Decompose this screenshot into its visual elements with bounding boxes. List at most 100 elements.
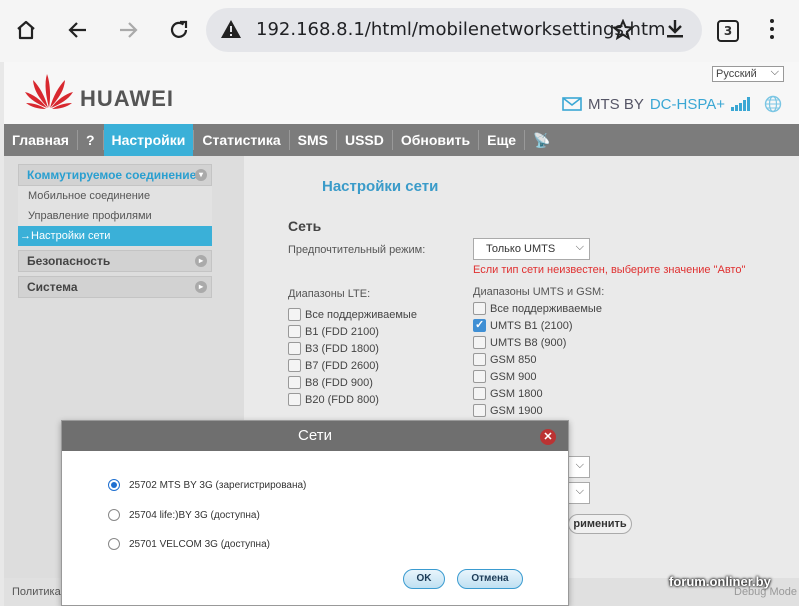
checkbox-checked-icon[interactable] (473, 318, 486, 332)
reload-icon[interactable] (163, 14, 195, 46)
hint-text: Если тип сети неизвестен, выберите значе… (473, 264, 746, 276)
checkbox-icon[interactable] (288, 342, 301, 355)
section-title: Сеть (288, 218, 322, 234)
band-label: B20 (FDD 800) (305, 393, 379, 406)
network-option-label: 25704 life:)BY 3G (доступна) (129, 509, 260, 521)
browser-toolbar: 192.168.8.1/html/mobilenetworksettings.h… (0, 0, 799, 62)
satellite-dish-icon[interactable]: 📡 (525, 124, 558, 156)
url-text[interactable]: 192.168.8.1/html/mobilenetworksettings.h… (256, 19, 666, 40)
operator-name: MTS BY (588, 95, 644, 113)
sidebar-group-system[interactable]: Система ▸ (18, 276, 212, 298)
huawei-flower-icon (25, 74, 73, 109)
collapse-icon[interactable]: ▾ (195, 169, 207, 181)
warning-icon[interactable] (220, 19, 242, 44)
page-title: Настройки сети (322, 178, 439, 195)
sidebar-group-dialup[interactable]: Коммутируемое соединение ▾ (18, 164, 212, 186)
network-option-velcom[interactable]: 25701 VELCOM 3G (доступна) (108, 538, 270, 550)
envelope-icon[interactable] (562, 97, 582, 111)
checkbox-icon[interactable] (288, 393, 301, 406)
menu-kebab-icon[interactable] (770, 19, 776, 43)
band-label: UMTS B1 (2100) (490, 319, 573, 332)
band-checkbox[interactable]: B3 (FDD 1800) (288, 342, 379, 355)
band-checkbox[interactable]: Все поддерживаемые (473, 302, 602, 315)
network-type: DC-HSPA+ (649, 95, 725, 113)
preferred-mode-select[interactable]: Только UMTS (473, 237, 590, 260)
ok-button[interactable]: OK (403, 569, 445, 589)
band-label: GSM 900 (490, 370, 537, 383)
band-checkbox[interactable]: B1 (FDD 2100) (288, 325, 379, 338)
nav-help[interactable]: ? (78, 124, 103, 156)
brand-name: HUAWEI (80, 86, 174, 111)
huawei-logo: HUAWEI (24, 72, 174, 114)
sidebar-item-profiles[interactable]: Управление профилями (18, 206, 212, 226)
checkbox-icon[interactable] (288, 359, 301, 372)
band-checkbox[interactable]: GSM 900 (473, 370, 536, 383)
sidebar-group-security[interactable]: Безопасность ▸ (18, 250, 212, 272)
band-label: GSM 850 (490, 353, 537, 366)
checkbox-icon[interactable] (473, 336, 486, 349)
nav-home[interactable]: Главная (4, 124, 77, 156)
network-option-life[interactable]: 25704 life:)BY 3G (доступна) (108, 509, 260, 521)
privacy-policy-link[interactable]: Политика (12, 586, 61, 598)
band-checkbox[interactable]: Все поддерживаемые (288, 308, 417, 321)
nav-update[interactable]: Обновить (393, 124, 478, 156)
cancel-button[interactable]: Отмена (457, 569, 523, 589)
apply-button[interactable]: рименить (568, 514, 632, 534)
expand-icon[interactable]: ▸ (195, 255, 207, 267)
band-checkbox[interactable]: B20 (FDD 800) (288, 393, 379, 406)
checkbox-icon[interactable] (473, 387, 486, 400)
tab-count-button[interactable]: 3 (717, 20, 739, 42)
back-arrow-icon[interactable] (62, 14, 94, 46)
checkbox-icon[interactable] (288, 376, 301, 389)
language-select[interactable]: Русский (712, 65, 784, 82)
radio-selected-icon[interactable] (108, 479, 120, 491)
band-checkbox[interactable]: B8 (FDD 900) (288, 376, 373, 389)
checkbox-icon[interactable] (473, 353, 486, 366)
networks-dialog: Сети ✕ 25702 MTS BY 3G (зарегистрирована… (61, 420, 569, 606)
umts-bands-label: Диапазоны UMTS и GSM: (473, 286, 605, 298)
home-icon[interactable] (10, 14, 42, 46)
signal-strength-icon (731, 97, 750, 111)
checkbox-icon[interactable] (473, 404, 486, 417)
band-checkbox[interactable]: GSM 850 (473, 353, 536, 366)
preferred-mode-label: Предпочтительный режим: (288, 244, 426, 256)
nav-ussd[interactable]: USSD (337, 124, 392, 156)
forward-arrow-icon[interactable] (112, 14, 144, 46)
band-checkbox[interactable]: UMTS B1 (2100) (473, 318, 573, 332)
checkbox-icon[interactable] (288, 325, 301, 338)
band-label: Все поддерживаемые (305, 308, 417, 321)
band-checkbox[interactable]: GSM 1800 (473, 387, 543, 400)
address-bar[interactable]: 192.168.8.1/html/mobilenetworksettings.h… (206, 8, 702, 52)
nav-sms[interactable]: SMS (290, 124, 336, 156)
radio-icon[interactable] (108, 538, 120, 550)
close-icon[interactable]: ✕ (540, 429, 556, 445)
network-option-label: 25702 MTS BY 3G (зарегистрирована) (129, 479, 307, 491)
checkbox-icon[interactable] (288, 308, 301, 321)
network-option-mts[interactable]: 25702 MTS BY 3G (зарегистрирована) (108, 479, 306, 491)
network-option-label: 25701 VELCOM 3G (доступна) (129, 538, 270, 550)
main-nav: Главная ? Настройки Статистика SMS USSD … (4, 124, 799, 156)
radio-icon[interactable] (108, 509, 120, 521)
page-header: HUAWEI Русский MTS BY DC-HSPA+ (4, 62, 799, 124)
globe-icon (764, 95, 782, 113)
band-checkbox[interactable]: UMTS B8 (900) (473, 336, 566, 349)
checkbox-icon[interactable] (473, 302, 486, 315)
band-checkbox[interactable]: GSM 1900 (473, 404, 543, 417)
nav-settings[interactable]: Настройки (103, 124, 194, 156)
band-label: GSM 1800 (490, 387, 543, 400)
checkbox-icon[interactable] (473, 370, 486, 383)
lte-bands-label: Диапазоны LTE: (288, 288, 371, 300)
nav-more[interactable]: Еще (479, 124, 524, 156)
band-label: Все поддерживаемые (490, 302, 602, 315)
nav-statistics[interactable]: Статистика (194, 124, 288, 156)
sidebar-item-mobile-connection[interactable]: Мобильное соединение (18, 186, 212, 206)
bookmark-star-icon[interactable] (611, 18, 635, 46)
band-label: B1 (FDD 2100) (305, 325, 379, 338)
band-checkbox[interactable]: B7 (FDD 2600) (288, 359, 379, 372)
download-icon[interactable] (664, 18, 686, 45)
connection-status: MTS BY DC-HSPA+ (562, 94, 782, 114)
sidebar-group-label: Коммутируемое соединение (27, 168, 197, 182)
sidebar-item-network-settings[interactable]: →Настройки сети (18, 226, 212, 246)
band-label: B7 (FDD 2600) (305, 359, 379, 372)
expand-icon[interactable]: ▸ (195, 281, 207, 293)
